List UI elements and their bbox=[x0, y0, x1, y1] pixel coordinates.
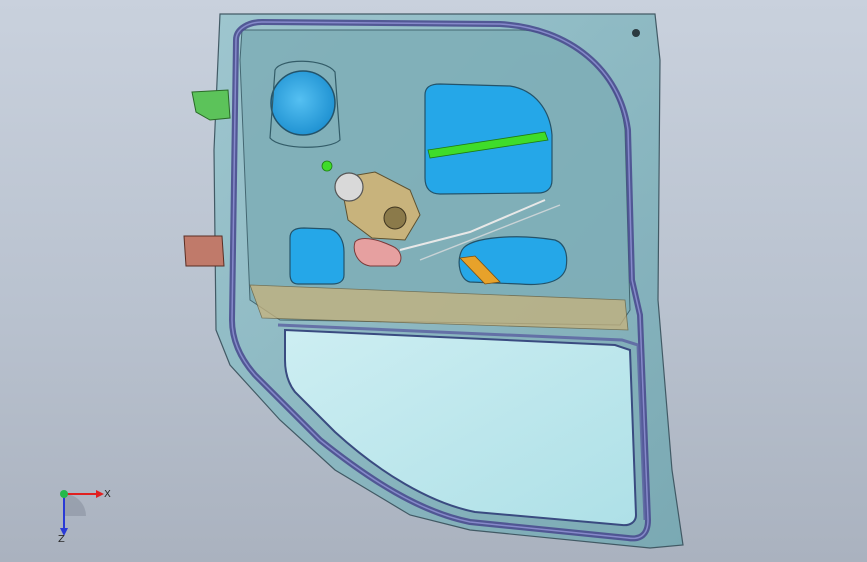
hinge-bottom[interactable] bbox=[183, 235, 225, 267]
x-axis-label: X bbox=[104, 489, 111, 500]
speaker[interactable] bbox=[270, 70, 336, 136]
x-axis-arrow bbox=[96, 490, 104, 498]
z-axis-label: Z bbox=[58, 534, 65, 545]
axis-triad: X Z bbox=[58, 489, 111, 545]
window-glass[interactable] bbox=[284, 328, 638, 527]
regulator-motor[interactable] bbox=[334, 172, 364, 202]
access-opening-lower-left[interactable] bbox=[289, 227, 345, 285]
mounting-hole bbox=[632, 29, 640, 37]
door-model[interactable] bbox=[0, 0, 867, 562]
regulator-gear bbox=[383, 206, 407, 230]
hinge-top[interactable] bbox=[191, 89, 231, 121]
graphics-viewport[interactable]: X Z bbox=[0, 0, 867, 562]
triad-shadow bbox=[64, 494, 86, 516]
lock-knob[interactable] bbox=[321, 160, 333, 172]
y-axis-dot bbox=[60, 490, 68, 498]
